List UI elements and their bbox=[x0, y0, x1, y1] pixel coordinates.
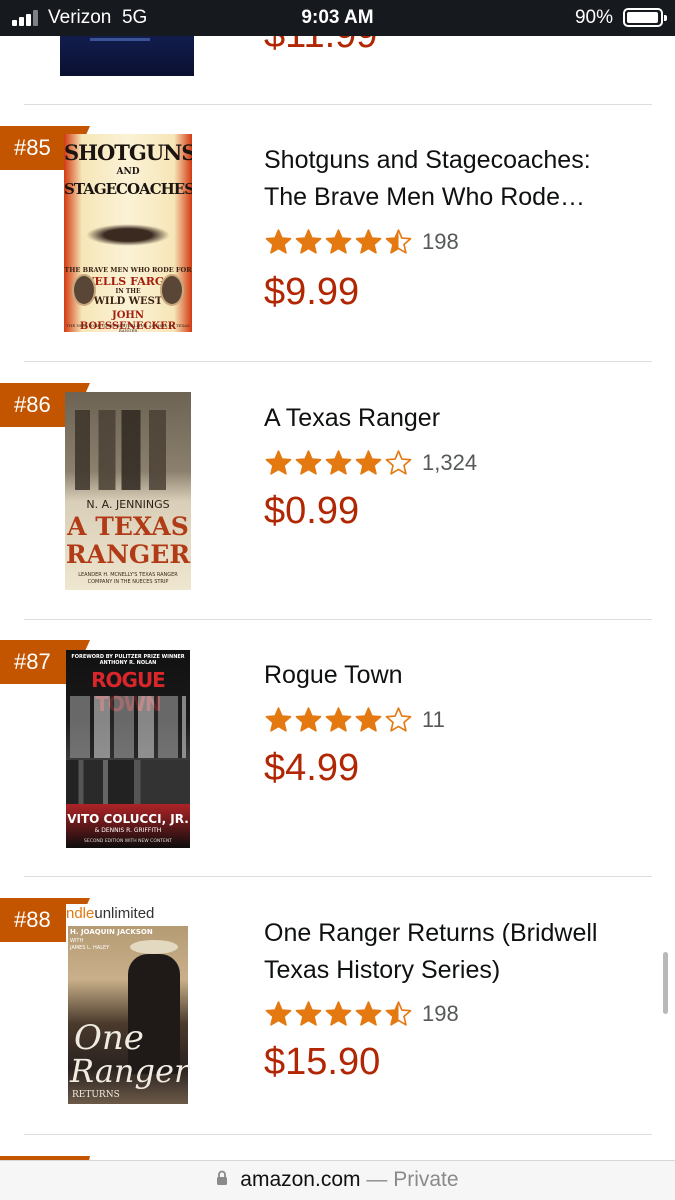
cover-title-line: Ranger bbox=[70, 1052, 190, 1090]
divider bbox=[24, 619, 652, 620]
unlimited-badge-text: unlimited bbox=[94, 905, 155, 922]
rating-stars bbox=[264, 228, 414, 256]
star-full-icon bbox=[295, 707, 322, 732]
divider bbox=[24, 361, 652, 362]
star-full-icon bbox=[325, 229, 352, 254]
cover-photo: H. JOAQUIN JACKSON WITH JAMES L. HALEY O… bbox=[68, 926, 190, 1104]
kindle-badge-text: ndle bbox=[66, 905, 95, 922]
star-empty-icon bbox=[385, 450, 412, 475]
cover-author: H. JOAQUIN JACKSON bbox=[70, 928, 153, 936]
cover-foreword: FOREWORD BY PULITZER PRIZE WINNER ANTHON… bbox=[71, 654, 185, 666]
review-count: 11 bbox=[422, 707, 445, 732]
star-full-icon bbox=[325, 1001, 352, 1026]
star-full-icon bbox=[265, 229, 292, 254]
book-cover[interactable]: FOREWORD BY PULITZER PRIZE WINNER ANTHON… bbox=[66, 650, 190, 848]
scroll-indicator[interactable] bbox=[663, 952, 668, 1014]
star-full-icon bbox=[355, 707, 382, 732]
title-line: Rogue Town bbox=[264, 661, 403, 689]
url-domain: amazon.com bbox=[240, 1168, 361, 1191]
cover-title-line: RANGER bbox=[65, 540, 191, 569]
star-full-icon bbox=[265, 1001, 292, 1026]
cover-subtitle: LEANDER H. MCNELLY'S TEXAS RANGER bbox=[78, 572, 178, 578]
cover-title-line: A TEXAS bbox=[67, 512, 189, 541]
price: $4.99 bbox=[264, 747, 360, 789]
book-cover[interactable]: N. A. JENNINGS A TEXAS RANGER LEANDER H.… bbox=[65, 392, 191, 590]
private-mode-label: Private bbox=[393, 1168, 459, 1191]
cover-coauthor: JAMES L. HALEY bbox=[70, 945, 110, 951]
title-line: Texas History Series) bbox=[264, 956, 501, 984]
product-title[interactable]: Shotguns and Stagecoaches: The Brave Men… bbox=[264, 142, 654, 216]
price: $0.99 bbox=[264, 490, 360, 532]
cover-photos bbox=[70, 696, 186, 758]
star-rating[interactable]: 1,324 bbox=[264, 448, 477, 478]
cover-subtitle: COMPANY IN THE NUECES STRIP bbox=[87, 579, 169, 585]
product-title[interactable]: Rogue Town bbox=[264, 657, 654, 694]
kindle-unlimited-badge: ndleunlimited bbox=[66, 904, 190, 924]
battery-percentage: 90% bbox=[574, 7, 613, 28]
title-line: One Ranger Returns (Bridwell bbox=[264, 919, 598, 947]
price: $15.90 bbox=[264, 1041, 381, 1083]
star-full-icon bbox=[265, 450, 292, 475]
cover-coauthor: & DENNIS R. GRIFFITH bbox=[94, 827, 162, 834]
status-bar: Verizon 5G 9:03 AM 90% bbox=[0, 0, 675, 36]
lock-icon bbox=[216, 1161, 228, 1199]
title-line: The Brave Men Who Rode… bbox=[264, 183, 585, 211]
cover-title-line: AND bbox=[116, 167, 140, 177]
star-half-icon bbox=[385, 1001, 412, 1026]
star-full-icon bbox=[295, 450, 322, 475]
city-skyline bbox=[66, 760, 190, 804]
star-full-icon bbox=[295, 1001, 322, 1026]
star-full-icon bbox=[355, 229, 382, 254]
review-count: 198 bbox=[422, 229, 459, 254]
star-full-icon bbox=[355, 450, 382, 475]
rating-stars bbox=[264, 449, 414, 477]
review-count: 198 bbox=[422, 1001, 459, 1026]
stagecoach-illustration bbox=[86, 224, 170, 246]
cover-edition: SECOND EDITION WITH NEW CONTENT bbox=[84, 839, 172, 844]
url-bar[interactable]: amazon.com — Private bbox=[0, 1160, 675, 1200]
title-line: Shotguns and Stagecoaches: bbox=[264, 146, 591, 174]
cover-subtitle: THE BRAVE MEN WHO RODE FOR bbox=[64, 266, 192, 274]
title-line: A Texas Ranger bbox=[264, 404, 441, 432]
portrait-left bbox=[72, 274, 96, 306]
cover-title-line: SHOTGUNS bbox=[64, 140, 192, 165]
product-title[interactable]: A Texas Ranger bbox=[264, 400, 654, 437]
hat-shape bbox=[130, 940, 178, 954]
star-empty-icon bbox=[385, 707, 412, 732]
photo-figures bbox=[75, 410, 181, 490]
book-cover[interactable]: SHOTGUNS AND STAGECOACHES THE BRAVE MEN … bbox=[64, 134, 192, 332]
cover-author: N. A. JENNINGS bbox=[86, 498, 170, 511]
rating-stars bbox=[264, 706, 414, 734]
cover-with: WITH bbox=[70, 938, 84, 944]
cover-title-line: RETURNS bbox=[72, 1090, 120, 1100]
book-cover-partial[interactable] bbox=[60, 36, 194, 76]
price: $9.99 bbox=[264, 271, 360, 313]
product-title[interactable]: One Ranger Returns (Bridwell Texas Histo… bbox=[264, 915, 654, 989]
clock: 9:03 AM bbox=[301, 7, 374, 28]
star-rating[interactable]: 198 bbox=[264, 999, 459, 1029]
cover-tagline: THE NEW YORK TIMES BESTSELLING AUTHOR OF… bbox=[66, 323, 190, 332]
star-rating[interactable]: 198 bbox=[264, 227, 459, 257]
battery-icon bbox=[623, 8, 667, 27]
url-separator: — bbox=[366, 1168, 388, 1191]
star-full-icon bbox=[325, 450, 352, 475]
star-full-icon bbox=[355, 1001, 382, 1026]
bestseller-list: $11.99 #85 SHOTGUNS AND STAGECOACHES THE… bbox=[0, 36, 675, 1160]
book-cover[interactable]: ndleunlimited H. JOAQUIN JACKSON WITH JA… bbox=[66, 904, 190, 1104]
divider bbox=[24, 876, 652, 877]
divider bbox=[24, 104, 652, 105]
star-half-icon bbox=[385, 229, 412, 254]
star-full-icon bbox=[265, 707, 292, 732]
star-rating[interactable]: 11 bbox=[264, 705, 445, 735]
cover-title-line: STAGECOACHES bbox=[64, 180, 192, 198]
price-partial: $11.99 bbox=[264, 36, 377, 57]
star-full-icon bbox=[325, 707, 352, 732]
star-full-icon bbox=[295, 229, 322, 254]
cover-author: VITO COLUCCI, JR. bbox=[67, 812, 189, 826]
review-count: 1,324 bbox=[422, 450, 478, 475]
rating-stars bbox=[264, 1000, 414, 1028]
divider bbox=[24, 1134, 652, 1135]
portrait-right bbox=[160, 274, 184, 306]
